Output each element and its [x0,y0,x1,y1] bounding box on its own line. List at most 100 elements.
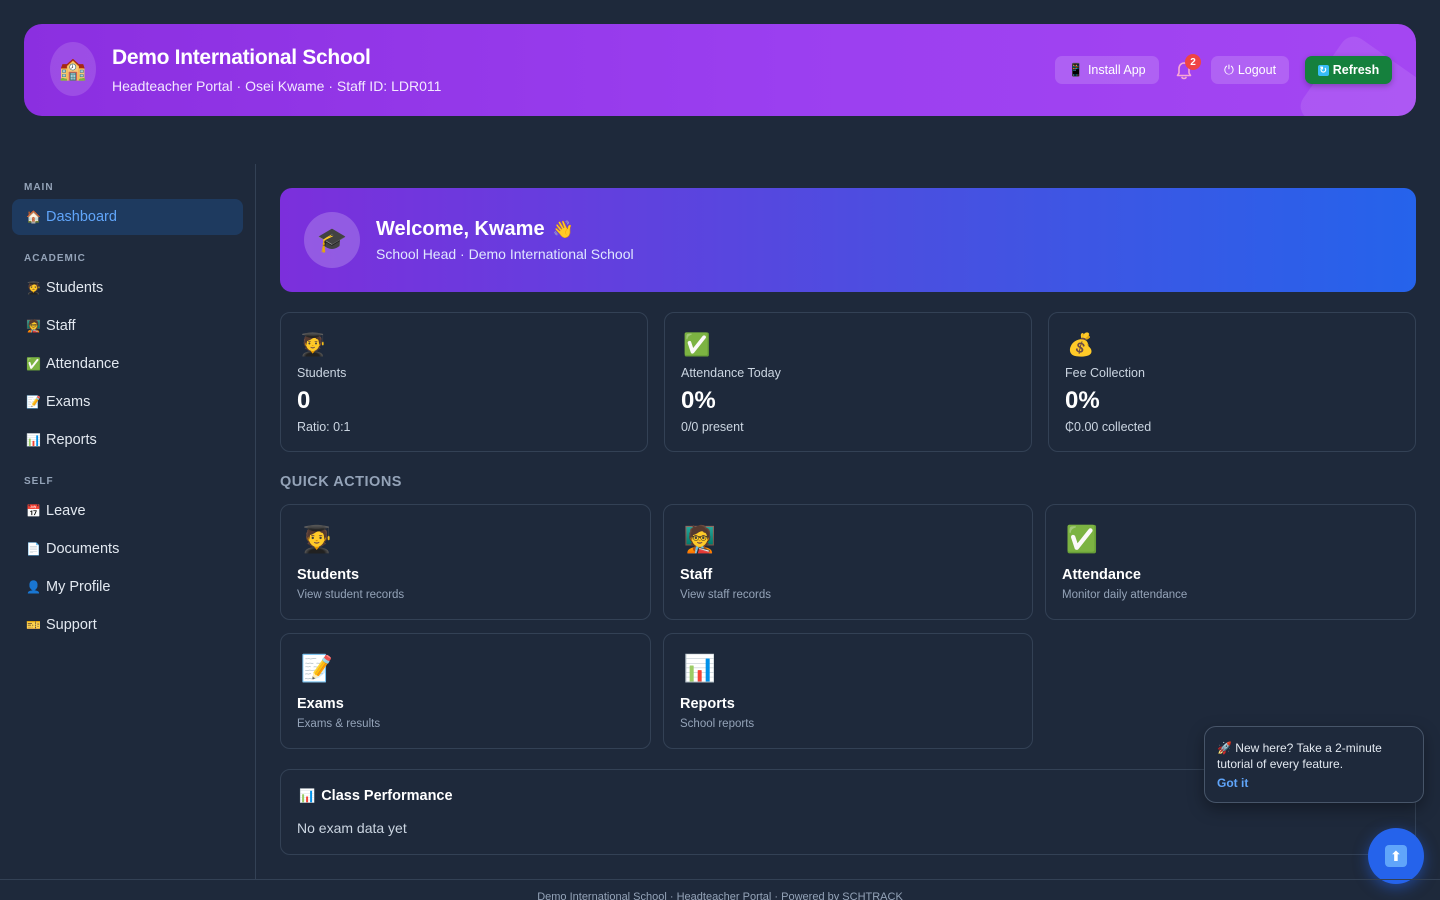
notification-badge: 2 [1185,54,1201,70]
teacher-icon: 🧑‍🏫 [683,523,717,554]
class-performance-empty: No exam data yet [297,820,407,836]
stat-value: 0% [1065,387,1100,414]
tutorial-message-text: New here? Take a 2-minute tutorial of ev… [1217,741,1382,771]
tutorial-dismiss-button[interactable]: Got it [1217,776,1248,790]
refresh-label: Refresh [1332,63,1380,77]
arrow-up-icon: ⬆ [1385,845,1407,867]
sidebar-item-leave[interactable]: 📅 Leave [12,493,243,529]
stat-label: Attendance Today [681,366,781,380]
school-icon: 🏫 [50,42,96,96]
quick-action-desc: Exams & results [297,718,381,730]
bar-chart-icon: 📊 [26,433,41,447]
sidebar-item-profile[interactable]: 👤 My Profile [12,569,243,605]
quick-action-staff[interactable]: 🧑‍🏫 Staff View staff records [663,504,1033,620]
checkmark-icon: ✅ [1065,523,1099,554]
refresh-icon: ↻ [1317,64,1329,76]
sidebar-item-label: My Profile [46,579,111,595]
student-icon: 🧑‍🎓 [299,332,327,357]
logout-button[interactable]: ⏻ Logout [1211,56,1289,84]
quick-action-students[interactable]: 🧑‍🎓 Students View student records [280,504,651,620]
graduation-cap-icon: 🎓 [304,212,360,268]
student-icon: 🧑‍🎓 [300,523,334,554]
install-app-button[interactable]: 📱 Install App [1055,56,1159,84]
bar-chart-icon: 📊 [683,652,717,683]
refresh-button[interactable]: ↻ Refresh [1305,56,1392,84]
sidebar-item-dashboard[interactable]: 🏠 Dashboard [12,199,243,235]
stat-value: 0% [681,387,716,414]
quick-action-name: Reports [680,696,735,712]
memo-icon: 📝 [26,395,41,409]
memo-icon: 📝 [300,652,334,683]
stat-card-students: 🧑‍🎓 Students 0 Ratio: 0:1 [280,312,648,452]
sidebar-item-label: Reports [46,432,97,448]
student-icon: 🧑‍🎓 [26,281,41,295]
footer-text: Demo International School · Headteacher … [537,891,903,900]
phone-icon: 📱 [1068,62,1084,77]
quick-action-desc: View staff records [680,589,771,601]
sidebar-item-label: Attendance [46,356,120,372]
sidebar-item-label: Leave [46,503,86,519]
quick-action-reports[interactable]: 📊 Reports School reports [663,633,1033,749]
sidebar: MAIN 🏠 Dashboard ACADEMIC 🧑‍🎓 Students 🧑… [0,164,256,880]
quick-action-desc: School reports [680,718,755,730]
footer-divider [0,879,1440,880]
rocket-icon: 🚀 [1217,741,1232,755]
document-icon: 📄 [26,542,41,556]
sidebar-item-label: Dashboard [46,209,117,225]
welcome-banner: 🎓 Welcome, Kwame 👋 School Head · Demo In… [280,188,1416,292]
sidebar-item-label: Support [46,617,97,633]
sidebar-item-exams[interactable]: 📝 Exams [12,384,243,420]
quick-action-attendance[interactable]: ✅ Attendance Monitor daily attendance [1045,504,1416,620]
class-performance-title-row: 📊 Class Performance [299,788,453,804]
section-label-academic: ACADEMIC [24,253,86,264]
sidebar-item-label: Documents [46,541,120,557]
quick-action-name: Students [297,567,360,583]
stat-card-attendance: ✅ Attendance Today 0% 0/0 present [664,312,1032,452]
stat-value: 0 [297,387,311,414]
portal-subtitle: Headteacher Portal · Osei Kwame · Staff … [112,78,442,94]
logout-label: Logout [1237,63,1277,77]
quick-action-name: Exams [297,696,344,712]
welcome-subtitle: School Head · Demo International School [376,246,634,262]
stat-label: Students [297,366,347,380]
school-name: Demo International School [112,46,371,69]
quick-action-desc: View student records [297,589,405,601]
calendar-icon: 📅 [26,504,41,518]
scroll-top-button[interactable]: ⬆ [1368,828,1424,884]
quick-action-name: Staff [680,567,713,583]
stat-card-fees: 💰 Fee Collection 0% ₵0.00 collected [1048,312,1416,452]
quick-actions-title: QUICK ACTIONS [280,474,402,490]
sidebar-item-staff[interactable]: 🧑‍🏫 Staff [12,308,243,344]
quick-action-exams[interactable]: 📝 Exams Exams & results [280,633,651,749]
teacher-icon: 🧑‍🏫 [26,319,41,333]
sidebar-item-label: Exams [46,394,91,410]
house-icon: 🏠 [26,210,41,224]
user-icon: 👤 [26,580,41,594]
stat-label: Fee Collection [1065,366,1145,380]
sidebar-item-support[interactable]: 🎫 Support [12,607,243,643]
money-bag-icon: 💰 [1067,332,1095,357]
section-label-main: MAIN [24,182,54,193]
tutorial-message: 🚀 New here? Take a 2-minute tutorial of … [1217,740,1413,772]
stat-note: Ratio: 0:1 [297,420,351,434]
checkmark-icon: ✅ [683,332,711,357]
sidebar-item-students[interactable]: 🧑‍🎓 Students [12,270,243,306]
install-app-label: Install App [1087,63,1146,77]
welcome-title: Welcome, Kwame [376,218,545,240]
sidebar-item-reports[interactable]: 📊 Reports [12,422,243,458]
sidebar-item-attendance[interactable]: ✅ Attendance [12,346,243,382]
app-header: 🏫 Demo International School Headteacher … [24,24,1416,116]
bar-chart-icon: 📊 [299,788,316,803]
stat-note: 0/0 present [681,420,744,434]
class-performance-title: Class Performance [321,788,453,804]
checkmark-icon: ✅ [26,357,41,371]
quick-action-name: Attendance [1062,567,1141,583]
ticket-icon: 🎫 [26,618,41,632]
welcome-title-row: Welcome, Kwame 👋 [376,218,574,241]
tutorial-popup: 🚀 New here? Take a 2-minute tutorial of … [1204,726,1424,803]
sidebar-item-label: Staff [46,318,76,334]
power-icon: ⏻ [1223,62,1234,77]
section-label-self: SELF [24,476,54,487]
waving-hand-icon: 👋 [552,219,574,239]
sidebar-item-documents[interactable]: 📄 Documents [12,531,243,567]
